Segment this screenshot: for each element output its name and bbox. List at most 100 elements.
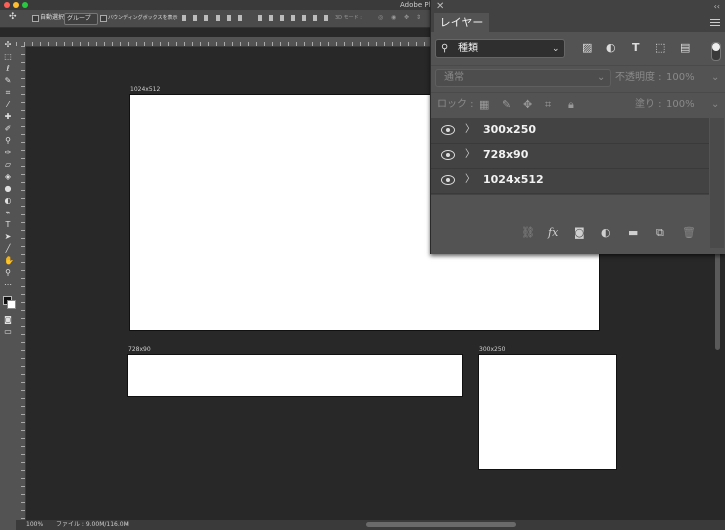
adjustment-filter-icon[interactable]: ◐ — [606, 41, 616, 55]
crop-tool-icon[interactable]: ⌗ — [4, 89, 12, 97]
new-layer-icon[interactable]: ⧉ — [656, 226, 664, 240]
3d-roll-icon[interactable]: ◉ — [391, 13, 396, 23]
eye-icon[interactable] — [441, 125, 455, 135]
horizontal-scrollbar[interactable] — [366, 522, 516, 527]
eraser-tool-icon[interactable]: ▱ — [4, 161, 12, 169]
marquee-tool-icon[interactable]: ⬚ — [4, 53, 12, 61]
collapse-panel-icon[interactable]: ‹‹ — [714, 2, 720, 11]
adjustment-icon[interactable]: ◐ — [601, 226, 611, 240]
chevron-right-icon[interactable]: 〉 — [465, 173, 475, 187]
screen-mode-icon[interactable]: ▭ — [4, 328, 12, 336]
align-bottom-icon[interactable] — [204, 15, 208, 21]
opacity-field[interactable]: 100% — [666, 71, 695, 85]
mask-icon[interactable]: ◙ — [574, 226, 585, 240]
3d-rotate-icon[interactable]: ◎ — [378, 13, 383, 23]
artboard-300x250[interactable] — [479, 355, 616, 469]
gradient-tool-icon[interactable]: ◈ — [4, 173, 12, 181]
layer-name[interactable]: 728x90 — [483, 148, 528, 162]
lock-artboard-icon[interactable]: ⌗ — [545, 98, 551, 112]
lock-all-icon[interactable]: 🔒︎ — [568, 98, 574, 112]
minimize-window-button[interactable] — [13, 2, 19, 8]
lock-transparent-icon[interactable]: ▦ — [479, 98, 489, 112]
align-vcenter-icon[interactable] — [193, 15, 197, 21]
stamp-tool-icon[interactable]: ⚲ — [4, 137, 12, 145]
align-left-icon[interactable] — [216, 15, 220, 21]
chevron-down-icon[interactable]: ⌄ — [711, 71, 719, 85]
align-right-icon[interactable] — [238, 15, 242, 21]
brush-tool-icon[interactable]: ✐ — [4, 125, 12, 133]
panel-menu-icon[interactable] — [710, 19, 720, 26]
trash-icon[interactable]: 🗑︎ — [682, 226, 696, 240]
artboard-728x90[interactable] — [128, 355, 462, 396]
eye-icon[interactable] — [441, 175, 455, 185]
layer-name[interactable]: 300x250 — [483, 123, 536, 137]
layer-row[interactable]: 〉 300x250 — [431, 118, 709, 144]
path-selection-tool-icon[interactable]: ➤ — [4, 233, 12, 241]
auto-select-dropdown[interactable]: グループ — [64, 13, 98, 25]
dodge-tool-icon[interactable]: ◐ — [4, 197, 12, 205]
blend-mode-dropdown[interactable]: 通常 ⌄ — [435, 69, 611, 87]
3d-slide-icon[interactable]: ⇕ — [416, 13, 421, 23]
3d-pan-icon[interactable]: ✥ — [404, 13, 409, 23]
lasso-tool-icon[interactable]: ℓ — [4, 65, 12, 73]
layer-row[interactable]: 〉 1024x512 — [431, 168, 709, 194]
artboard-label[interactable]: 300x250 — [479, 346, 505, 353]
distribute-hcenter-icon[interactable] — [302, 15, 306, 21]
zoom-window-button[interactable] — [22, 2, 28, 8]
shape-filter-icon[interactable]: ⬚ — [655, 41, 665, 55]
smart-object-filter-icon[interactable]: ▤ — [680, 41, 690, 55]
blend-mode-value: 通常 — [444, 72, 464, 83]
distribute-vcenter-icon[interactable] — [269, 15, 273, 21]
tab-layers[interactable]: レイヤー — [434, 13, 489, 32]
healing-brush-tool-icon[interactable]: ✚ — [4, 113, 12, 121]
fx-icon[interactable]: fx — [548, 226, 558, 240]
magic-wand-tool-icon[interactable]: ✎ — [4, 77, 12, 85]
auto-align-icon[interactable] — [324, 15, 328, 21]
lock-pixels-icon[interactable]: ✎ — [502, 98, 511, 112]
artboard-label[interactable]: 1024x512 — [130, 86, 160, 93]
options-bar: ✣ 自動選択 : グループ バウンディングボックスを表示 3D モード : ◎ … — [0, 10, 432, 28]
zoom-level[interactable]: 100% — [26, 521, 43, 529]
distribute-left-icon[interactable] — [291, 15, 295, 21]
folder-icon[interactable]: ▬ — [628, 226, 638, 240]
align-top-icon[interactable] — [182, 15, 186, 21]
link-icon[interactable]: ⛓ — [521, 226, 535, 240]
pen-tool-icon[interactable]: ⌁ — [4, 209, 12, 217]
artboard-label[interactable]: 728x90 — [128, 346, 151, 353]
quick-mask-icon[interactable]: ◙ — [4, 316, 12, 324]
move-tool-icon[interactable]: ✣ — [4, 41, 12, 49]
bounding-box-checkbox[interactable] — [100, 15, 107, 22]
distribute-bottom-icon[interactable] — [280, 15, 284, 21]
filter-toggle[interactable] — [711, 42, 721, 61]
history-brush-tool-icon[interactable]: ✑ — [4, 149, 12, 157]
move-tool-icon[interactable]: ✣ — [9, 12, 17, 22]
eye-icon[interactable] — [441, 150, 455, 160]
chevron-down-icon[interactable]: ⌄ — [711, 98, 719, 112]
layer-name[interactable]: 1024x512 — [483, 173, 544, 187]
layer-filter-dropdown[interactable]: ⚲ 種類 ⌄ — [435, 39, 565, 58]
layer-row[interactable]: 〉 728x90 — [431, 143, 709, 169]
chevron-right-icon[interactable]: 〉 — [465, 148, 475, 162]
close-panel-icon[interactable]: ✕ — [436, 1, 444, 12]
hand-tool-icon[interactable]: ✋ — [4, 257, 14, 265]
auto-select-checkbox[interactable] — [32, 15, 39, 22]
distribute-right-icon[interactable] — [313, 15, 317, 21]
pixel-filter-icon[interactable]: ▨ — [582, 41, 592, 55]
close-window-button[interactable] — [4, 2, 10, 8]
zoom-tool-icon[interactable]: ⚲ — [4, 269, 12, 277]
background-color-swatch[interactable] — [7, 300, 16, 309]
line-tool-icon[interactable]: ╱ — [4, 245, 12, 253]
vertical-scrollbar[interactable] — [715, 250, 720, 350]
chevron-right-icon[interactable]: 〉 — [465, 123, 475, 137]
align-hcenter-icon[interactable] — [227, 15, 231, 21]
lock-position-icon[interactable]: ✥ — [523, 98, 532, 112]
vertical-ruler — [16, 46, 26, 520]
more-tools-icon[interactable]: ⋯ — [4, 281, 12, 289]
fill-field[interactable]: 100% — [666, 98, 695, 112]
status-menu-icon[interactable]: › — [126, 521, 128, 529]
distribute-top-icon[interactable] — [258, 15, 262, 21]
type-filter-icon[interactable]: T — [632, 41, 640, 55]
blur-tool-icon[interactable]: ● — [4, 185, 12, 193]
type-tool-icon[interactable]: T — [4, 221, 12, 229]
eyedropper-tool-icon[interactable]: ⁄ — [4, 101, 12, 109]
